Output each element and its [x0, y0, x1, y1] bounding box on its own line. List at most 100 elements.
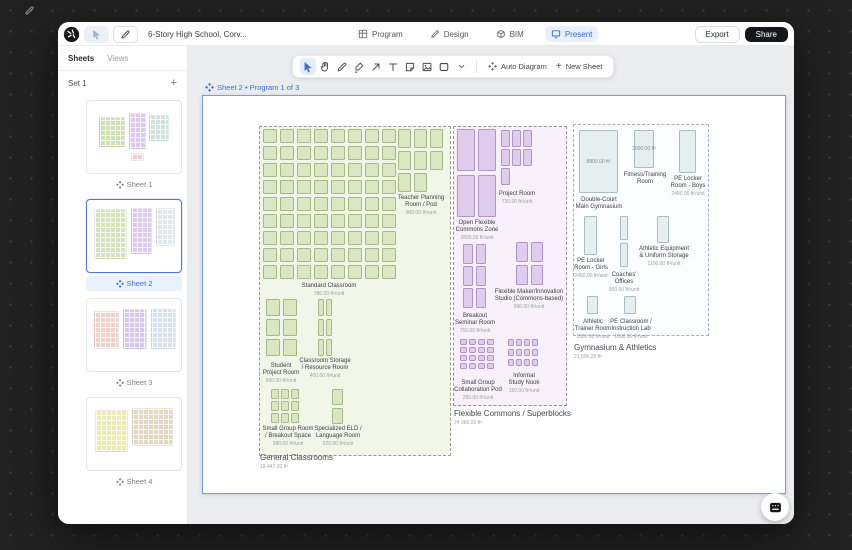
program-block[interactable] [501, 168, 510, 185]
program-block[interactable] [365, 180, 379, 194]
program-block[interactable] [532, 349, 538, 356]
program-block[interactable] [620, 243, 628, 267]
program-block[interactable] [460, 347, 467, 353]
sheet-thumbnail[interactable] [86, 100, 182, 174]
program-block[interactable] [365, 146, 379, 160]
program-block[interactable] [476, 266, 486, 286]
program-block[interactable] [266, 299, 280, 316]
program-block[interactable] [365, 163, 379, 177]
program-block[interactable] [297, 248, 311, 262]
program-block[interactable] [620, 216, 628, 240]
program-block[interactable] [263, 163, 277, 177]
program-block[interactable] [679, 130, 696, 173]
program-block[interactable] [297, 163, 311, 177]
program-block[interactable] [508, 339, 514, 346]
program-block[interactable] [331, 197, 345, 211]
program-block[interactable] [314, 265, 328, 279]
program-block[interactable] [281, 413, 289, 423]
program-block[interactable] [524, 339, 530, 346]
program-block[interactable] [314, 180, 328, 194]
program-block[interactable] [263, 180, 277, 194]
program-block[interactable] [291, 389, 299, 399]
hand-tool[interactable] [317, 58, 333, 75]
program-block[interactable] [516, 359, 522, 366]
program-block[interactable] [430, 151, 443, 170]
program-block[interactable] [263, 129, 277, 143]
program-block[interactable] [314, 248, 328, 262]
program-block[interactable] [382, 197, 396, 211]
program-block[interactable] [365, 248, 379, 262]
program-block[interactable] [297, 265, 311, 279]
program-block[interactable] [584, 216, 597, 255]
sheet-thumbnail[interactable] [86, 397, 182, 471]
program-block[interactable] [478, 363, 485, 369]
program-block[interactable] [457, 175, 475, 217]
program-block[interactable] [263, 197, 277, 211]
program-block[interactable] [501, 130, 510, 147]
program-block[interactable] [331, 214, 345, 228]
program-block[interactable] [280, 180, 294, 194]
program-block[interactable] [314, 197, 328, 211]
program-block[interactable] [382, 129, 396, 143]
canvas-area[interactable]: Auto Diagram + New Sheet Sheet 2 • Progr… [188, 46, 794, 524]
program-block[interactable] [348, 231, 362, 245]
sheet-canvas[interactable]: General Classrooms19,447.20 ft²Standard … [202, 95, 786, 494]
program-block[interactable] [348, 214, 362, 228]
program-block[interactable] [326, 319, 332, 336]
program-block[interactable] [318, 299, 324, 316]
program-block[interactable] [382, 231, 396, 245]
program-block[interactable] [297, 146, 311, 160]
sheet-label[interactable]: Sheet 1 [86, 177, 182, 192]
program-block[interactable] [365, 197, 379, 211]
program-block[interactable] [382, 214, 396, 228]
text-tool[interactable] [385, 58, 401, 75]
program-block[interactable] [478, 347, 485, 353]
program-block[interactable] [365, 129, 379, 143]
program-block[interactable] [463, 288, 473, 308]
program-block[interactable] [271, 401, 279, 411]
program-block[interactable] [478, 129, 496, 171]
program-block[interactable] [476, 288, 486, 308]
active-sheet-tag[interactable]: Sheet 2 • Program 1 of 3 [205, 83, 299, 92]
program-block[interactable] [280, 163, 294, 177]
program-block[interactable] [487, 363, 494, 369]
program-block[interactable] [326, 299, 332, 316]
program-block[interactable] [280, 129, 294, 143]
program-block[interactable] [460, 355, 467, 361]
tab-present[interactable]: Present [545, 26, 599, 42]
select-tool[interactable] [300, 58, 316, 75]
program-block[interactable] [271, 413, 279, 423]
export-button[interactable]: Export [695, 26, 740, 43]
program-block[interactable] [463, 266, 473, 286]
shape-dropdown-chevron-icon[interactable] [453, 58, 469, 75]
program-block[interactable] [469, 363, 476, 369]
program-block[interactable] [512, 149, 521, 166]
program-block[interactable] [281, 389, 289, 399]
program-block[interactable] [382, 180, 396, 194]
program-block[interactable] [331, 265, 345, 279]
program-block[interactable] [463, 244, 473, 264]
program-block[interactable] [414, 151, 427, 170]
program-block[interactable] [283, 299, 297, 316]
program-block[interactable] [524, 349, 530, 356]
sheet-thumbnail[interactable] [86, 298, 182, 372]
keyboard-shortcuts-button[interactable] [761, 493, 789, 521]
program-block[interactable] [297, 180, 311, 194]
program-block[interactable] [314, 214, 328, 228]
program-block[interactable] [263, 231, 277, 245]
pointer-mode-button[interactable] [84, 26, 109, 43]
sheet-label[interactable]: Sheet 2 [86, 276, 182, 291]
program-block[interactable] [332, 408, 343, 424]
program-block[interactable] [291, 401, 299, 411]
program-block[interactable] [487, 339, 494, 345]
program-block[interactable] [348, 248, 362, 262]
program-block[interactable] [532, 339, 538, 346]
program-block[interactable] [531, 265, 543, 285]
program-block[interactable] [280, 248, 294, 262]
tab-bim[interactable]: BIM [490, 26, 530, 42]
program-block[interactable] [398, 129, 411, 148]
sheet-label[interactable]: Sheet 3 [86, 375, 182, 390]
auto-diagram-button[interactable]: Auto Diagram [484, 62, 551, 71]
program-block[interactable] [318, 319, 324, 336]
sheet-label[interactable]: Sheet 4 [86, 474, 182, 489]
